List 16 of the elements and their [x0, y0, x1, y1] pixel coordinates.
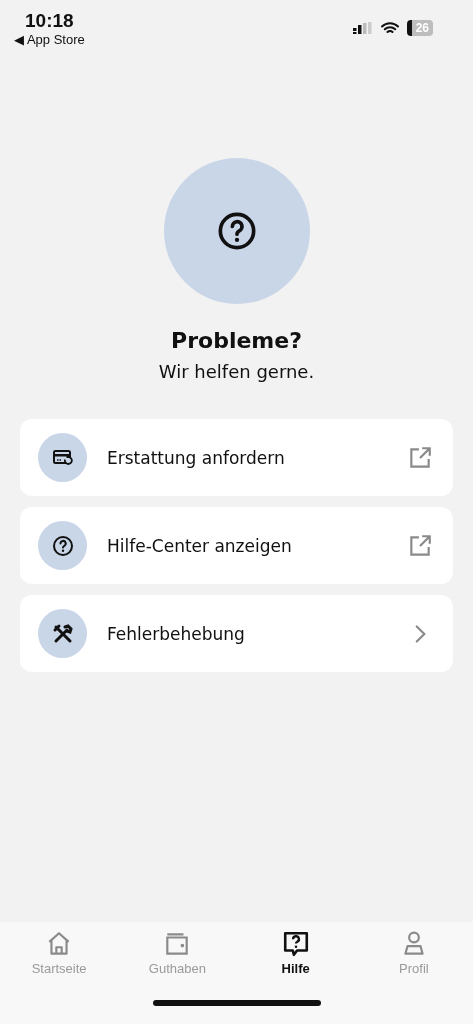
signal-icon: [352, 22, 373, 34]
hero-subtitle: Wir helfen gerne.: [158, 361, 315, 382]
question-icon: [50, 533, 75, 558]
hero-title: Probleme?: [171, 328, 302, 353]
external-link-icon: [407, 532, 433, 559]
menu-item[interactable]: Fehlerbehebung: [20, 595, 453, 672]
battery-level: 26: [406, 20, 433, 36]
external-link-icon: [407, 444, 433, 471]
status-time: 10:18: [25, 10, 74, 32]
tab[interactable]: Hilfe: [245, 930, 346, 976]
menu-item[interactable]: Erstattung anfordern: [20, 419, 453, 496]
back-link[interactable]: ◀ App Store: [14, 32, 85, 48]
help-chat-icon: [281, 930, 310, 958]
question-icon: [216, 211, 257, 251]
wifi-icon: [380, 21, 399, 35]
menu-item[interactable]: Hilfe-Center anzeigen: [20, 507, 453, 584]
